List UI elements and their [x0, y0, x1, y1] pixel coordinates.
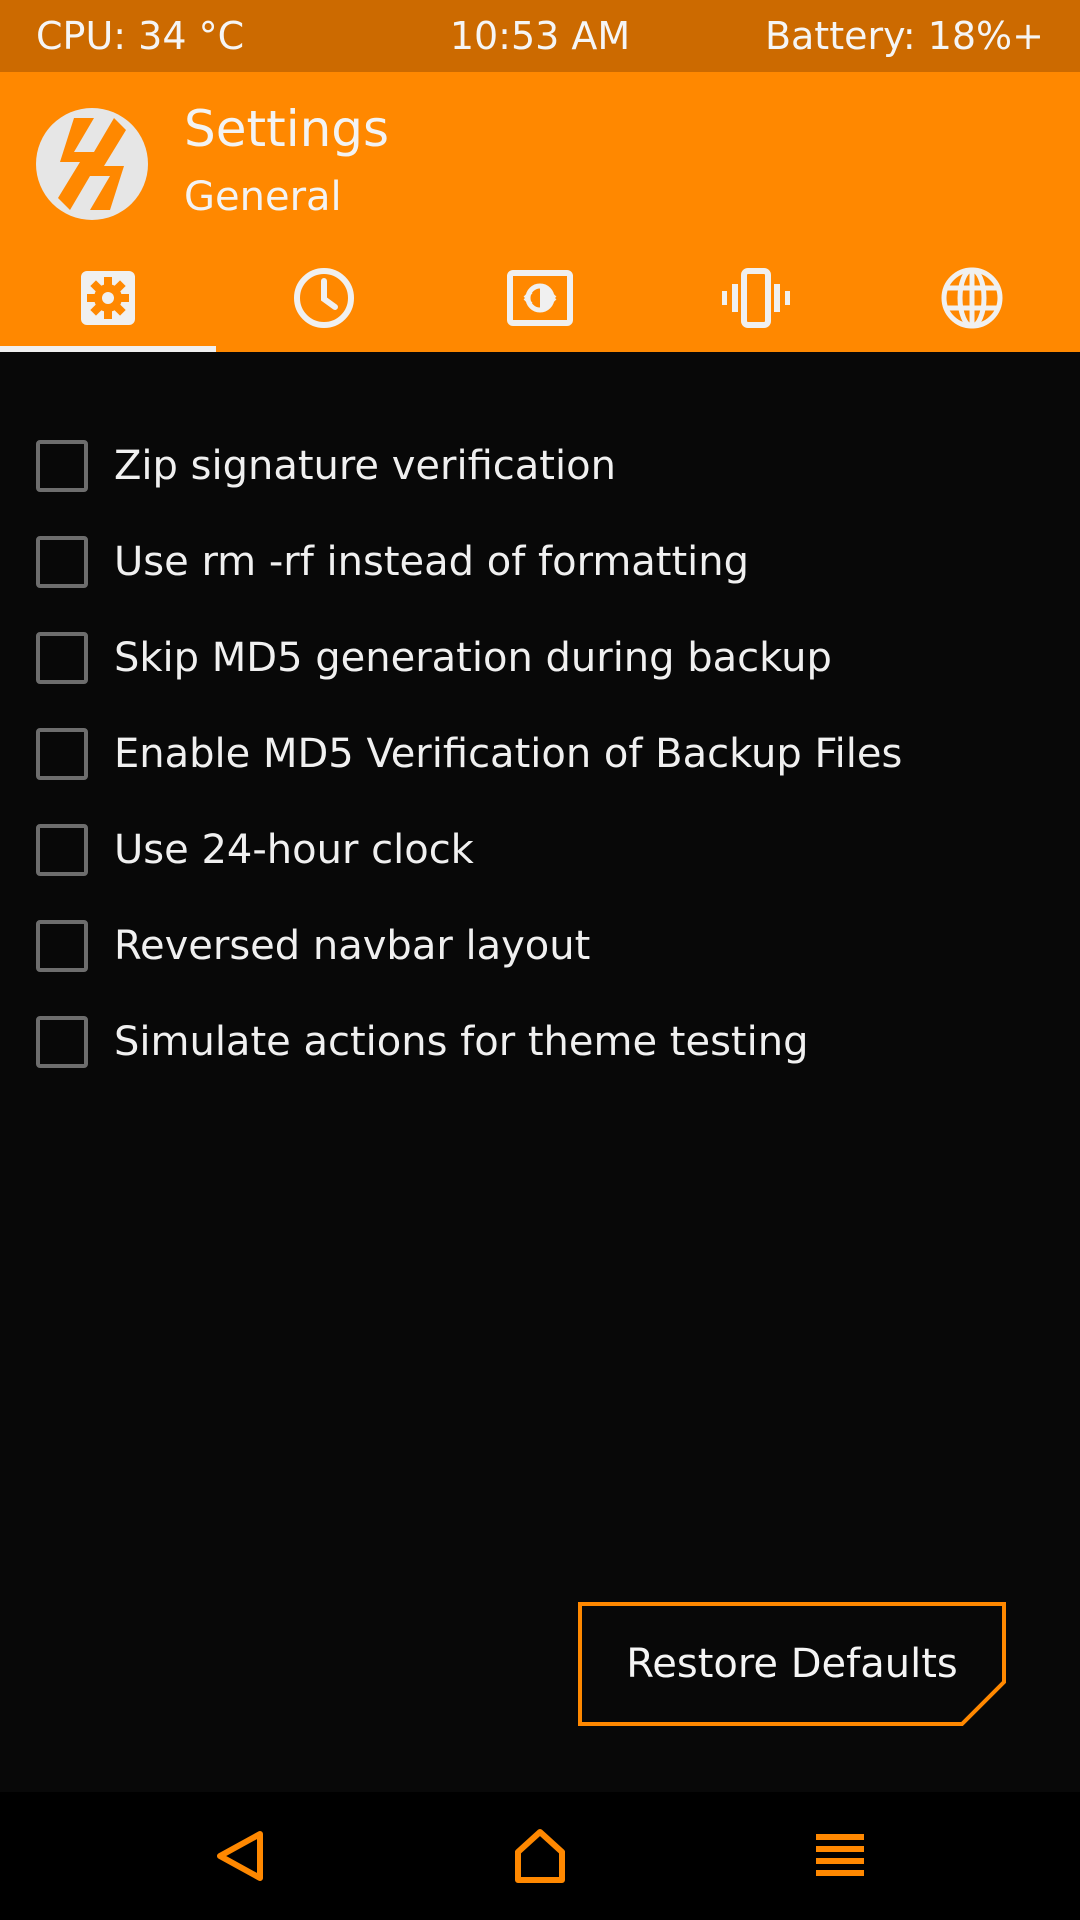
option-rm-rf[interactable]: Use rm -rf instead of formatting — [0, 514, 1080, 610]
option-label: Simulate actions for theme testing — [114, 1019, 809, 1065]
home-button[interactable] — [480, 1792, 600, 1920]
option-label: Use 24-hour clock — [114, 827, 474, 873]
menu-icon — [816, 1834, 864, 1876]
globe-icon — [941, 267, 1003, 329]
checkbox[interactable] — [36, 632, 88, 684]
twrp-logo-icon — [36, 108, 148, 220]
restore-defaults-button[interactable]: Restore Defaults — [576, 1600, 1008, 1728]
option-label: Enable MD5 Verification of Backup Files — [114, 731, 903, 777]
page-subtitle: General — [184, 174, 342, 220]
settings-tabs — [0, 244, 1080, 352]
back-button[interactable] — [180, 1792, 300, 1920]
checkbox[interactable] — [36, 440, 88, 492]
checkbox[interactable] — [36, 728, 88, 780]
restore-defaults-label: Restore Defaults — [626, 1641, 958, 1687]
vibration-icon — [722, 268, 790, 328]
battery-status: Battery: 18%+ — [764, 14, 1044, 58]
option-reversed-navbar[interactable]: Reversed navbar layout — [0, 898, 1080, 994]
settings-options: Zip signature verification Use rm -rf in… — [0, 418, 1080, 1090]
header: Settings General — [0, 72, 1080, 352]
gear-icon — [81, 271, 135, 325]
option-skip-md5[interactable]: Skip MD5 generation during backup — [0, 610, 1080, 706]
brightness-icon — [507, 270, 573, 326]
tab-screen[interactable] — [432, 244, 648, 352]
tab-general[interactable] — [0, 244, 216, 352]
cpu-temperature: CPU: 34 °C — [36, 14, 245, 58]
checkbox[interactable] — [36, 824, 88, 876]
menu-button[interactable] — [780, 1792, 900, 1920]
checkbox[interactable] — [36, 1016, 88, 1068]
option-label: Zip signature verification — [114, 443, 616, 489]
option-24-hour-clock[interactable]: Use 24-hour clock — [0, 802, 1080, 898]
page-title: Settings — [184, 100, 390, 158]
tab-time[interactable] — [216, 244, 432, 352]
home-icon — [515, 1829, 565, 1883]
checkbox[interactable] — [36, 536, 88, 588]
back-triangle-icon — [217, 1831, 263, 1881]
tab-language[interactable] — [864, 244, 1080, 352]
option-label: Reversed navbar layout — [114, 923, 591, 969]
checkbox[interactable] — [36, 920, 88, 972]
option-md5-verification[interactable]: Enable MD5 Verification of Backup Files — [0, 706, 1080, 802]
option-simulate-actions[interactable]: Simulate actions for theme testing — [0, 994, 1080, 1090]
tab-vibration[interactable] — [648, 244, 864, 352]
clock-icon — [294, 268, 354, 328]
option-zip-signature[interactable]: Zip signature verification — [0, 418, 1080, 514]
option-label: Skip MD5 generation during backup — [114, 635, 832, 681]
navigation-bar — [0, 1792, 1080, 1920]
option-label: Use rm -rf instead of formatting — [114, 539, 750, 585]
status-bar: CPU: 34 °C 10:53 AM Battery: 18%+ — [0, 0, 1080, 72]
